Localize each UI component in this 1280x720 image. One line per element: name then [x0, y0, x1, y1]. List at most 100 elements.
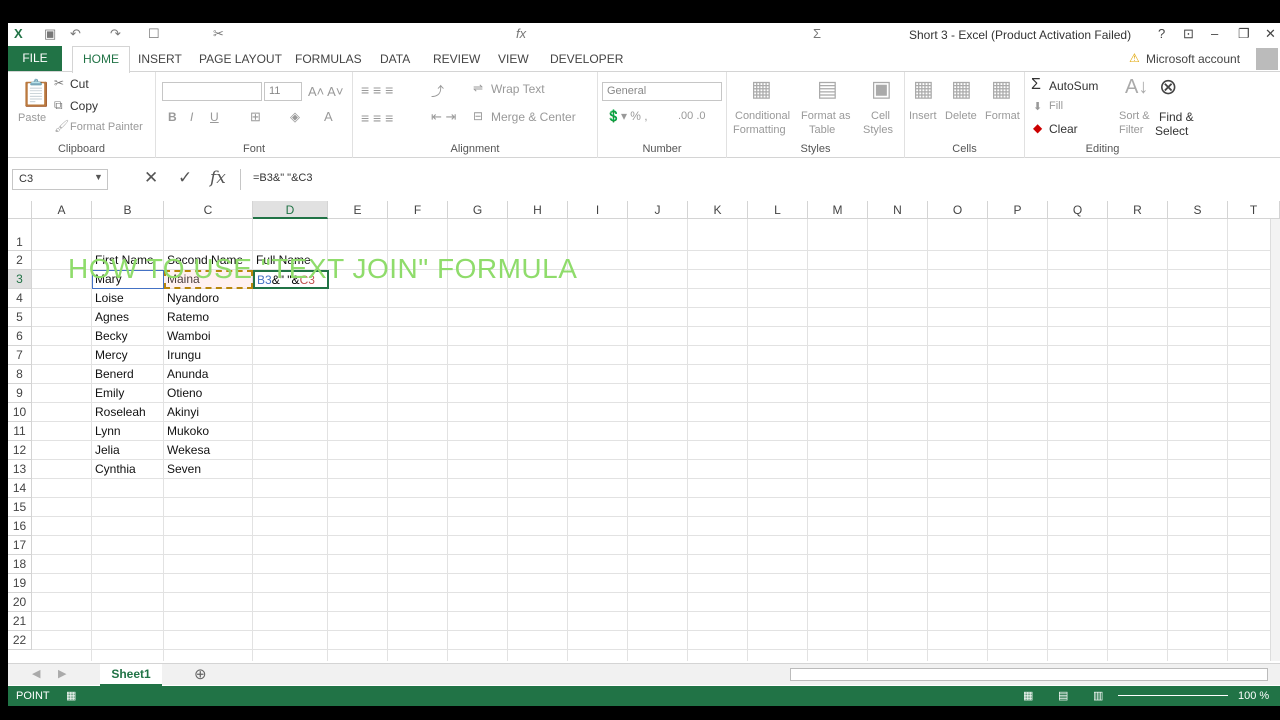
conditional-formatting-line2[interactable]: Formatting — [733, 124, 786, 136]
autosum-qat-icon[interactable]: Σ — [813, 26, 821, 41]
first-name-cell[interactable]: Lynn — [93, 424, 121, 438]
second-name-cell[interactable]: Seven — [165, 462, 201, 476]
second-name-cell[interactable]: Wamboi — [165, 329, 211, 343]
number-format-box[interactable]: General — [602, 82, 722, 101]
scroll-right-icon[interactable]: ▶ — [58, 667, 66, 680]
tab-data[interactable]: DATA — [380, 52, 410, 66]
delete-cells-button[interactable]: Delete — [945, 110, 977, 122]
column-header-o[interactable]: O — [928, 201, 988, 219]
column-header-q[interactable]: Q — [1048, 201, 1108, 219]
insert-cells-icon[interactable]: ▦ — [913, 76, 934, 102]
row-header-9[interactable]: 9 — [8, 384, 32, 403]
insert-cells-button[interactable]: Insert — [909, 110, 937, 122]
normal-view-icon[interactable]: ▦ — [1023, 689, 1033, 702]
second-name-cell[interactable]: Akinyi — [165, 405, 199, 419]
zoom-level[interactable]: 100 % — [1238, 690, 1269, 702]
tab-home[interactable]: HOME — [72, 46, 130, 73]
tab-view[interactable]: VIEW — [498, 52, 529, 66]
decimal-icon[interactable]: .00 .0 — [678, 110, 706, 122]
undo-icon[interactable]: ↶ — [70, 26, 81, 42]
conditional-formatting-icon[interactable]: ▦ — [751, 76, 772, 102]
sheet-title-cell[interactable]: HOW TO USE "TEXT JOIN" FORMULA — [68, 253, 577, 285]
help-icon[interactable]: ? — [1158, 26, 1165, 41]
align-top-icon[interactable]: ≡ ≡ ≡ — [361, 82, 393, 98]
redo-icon[interactable]: ↷ — [110, 26, 121, 42]
column-header-m[interactable]: M — [808, 201, 868, 219]
cell-styles-icon[interactable]: ▣ — [871, 76, 892, 102]
new-icon[interactable]: ☐ — [148, 26, 160, 42]
format-as-table-line1[interactable]: Format as — [801, 110, 851, 122]
column-header-b[interactable]: B — [92, 201, 164, 219]
row-header-22[interactable]: 22 — [8, 631, 32, 650]
find-select-line1[interactable]: Find & — [1159, 110, 1194, 124]
row-header-1[interactable]: 1 — [8, 219, 32, 251]
column-header-n[interactable]: N — [868, 201, 928, 219]
column-header-d[interactable]: D — [253, 201, 328, 219]
paste-button[interactable]: Paste — [18, 112, 46, 124]
clear-icon[interactable]: ◆ — [1033, 121, 1042, 135]
first-name-cell[interactable]: Emily — [93, 386, 124, 400]
scroll-left-icon[interactable]: ◀ — [32, 667, 40, 680]
macro-icon[interactable]: ▦ — [66, 689, 76, 702]
close-icon[interactable]: ✕ — [1265, 26, 1276, 42]
format-cells-button[interactable]: Format — [985, 110, 1020, 122]
column-header-j[interactable]: J — [628, 201, 688, 219]
autosum-icon[interactable]: Σ — [1031, 76, 1041, 94]
copy-icon[interactable]: ⧉ — [54, 98, 63, 113]
formula-input[interactable]: =B3&" "&C3 — [240, 169, 1280, 190]
tab-insert[interactable]: INSERT — [138, 52, 182, 66]
sort-filter-icon[interactable]: A↓ — [1125, 76, 1148, 99]
bold-icon[interactable]: B — [168, 110, 177, 124]
cell-styles-line1[interactable]: Cell — [871, 110, 890, 122]
second-name-cell[interactable]: Anunda — [165, 367, 208, 381]
restore-icon[interactable]: ❐ — [1238, 26, 1250, 42]
paste-icon[interactable]: 📋 — [20, 78, 52, 109]
column-header-a[interactable]: A — [32, 201, 92, 219]
column-header-g[interactable]: G — [448, 201, 508, 219]
sort-filter-line2[interactable]: Filter — [1119, 124, 1143, 136]
zoom-slider[interactable] — [1118, 695, 1228, 696]
first-name-cell[interactable]: Jelia — [93, 443, 120, 457]
first-name-cell[interactable]: Roseleah — [93, 405, 146, 419]
second-name-cell[interactable]: Mukoko — [165, 424, 209, 438]
select-all-corner[interactable] — [8, 201, 32, 219]
binoculars-icon[interactable]: ⊗ — [1159, 74, 1177, 100]
row-header-12[interactable]: 12 — [8, 441, 32, 460]
row-header-15[interactable]: 15 — [8, 498, 32, 517]
column-header-i[interactable]: I — [568, 201, 628, 219]
row-header-14[interactable]: 14 — [8, 479, 32, 498]
delete-cells-icon[interactable]: ▦ — [951, 76, 972, 102]
conditional-formatting-line1[interactable]: Conditional — [735, 110, 790, 122]
column-header-h[interactable]: H — [508, 201, 568, 219]
autosum-button[interactable]: AutoSum — [1049, 79, 1098, 93]
orientation-icon[interactable]: ⤴ — [431, 81, 444, 100]
second-name-cell[interactable]: Wekesa — [165, 443, 210, 457]
row-header-5[interactable]: 5 — [8, 308, 32, 327]
font-name-box[interactable] — [162, 82, 262, 101]
tab-page-layout[interactable]: PAGE LAYOUT — [199, 52, 282, 66]
sheet-tab-sheet1[interactable]: Sheet1 — [100, 664, 162, 686]
save-icon[interactable]: ▣ — [44, 26, 56, 42]
fx-qat-icon[interactable]: fx — [516, 26, 526, 41]
indent-icon[interactable]: ⇤ ⇥ — [431, 109, 456, 125]
first-name-cell[interactable]: Mercy — [93, 348, 128, 362]
column-header-s[interactable]: S — [1168, 201, 1228, 219]
cell-styles-line2[interactable]: Styles — [863, 124, 893, 136]
ribbon-display-icon[interactable]: ⊡ — [1183, 26, 1194, 42]
first-name-cell[interactable]: Agnes — [93, 310, 129, 324]
second-name-cell[interactable]: Nyandoro — [165, 291, 219, 305]
first-name-cell[interactable]: Becky — [93, 329, 128, 343]
row-header-18[interactable]: 18 — [8, 555, 32, 574]
column-header-p[interactable]: P — [988, 201, 1048, 219]
format-painter-button[interactable]: Format Painter — [70, 121, 143, 133]
tab-review[interactable]: REVIEW — [433, 52, 480, 66]
fill-icon[interactable]: ⬇ — [1033, 100, 1042, 113]
chevron-down-icon[interactable]: ▼ — [94, 172, 103, 182]
account-link[interactable]: Microsoft account — [1146, 52, 1240, 66]
fill-button[interactable]: Fill — [1049, 100, 1063, 112]
cut-qat-icon[interactable]: ✂ — [213, 26, 224, 42]
tab-developer[interactable]: DEVELOPER — [550, 52, 623, 66]
second-name-cell[interactable]: Otieno — [165, 386, 202, 400]
column-header-t[interactable]: T — [1228, 201, 1280, 219]
merge-center-button[interactable]: Merge & Center — [491, 110, 576, 124]
